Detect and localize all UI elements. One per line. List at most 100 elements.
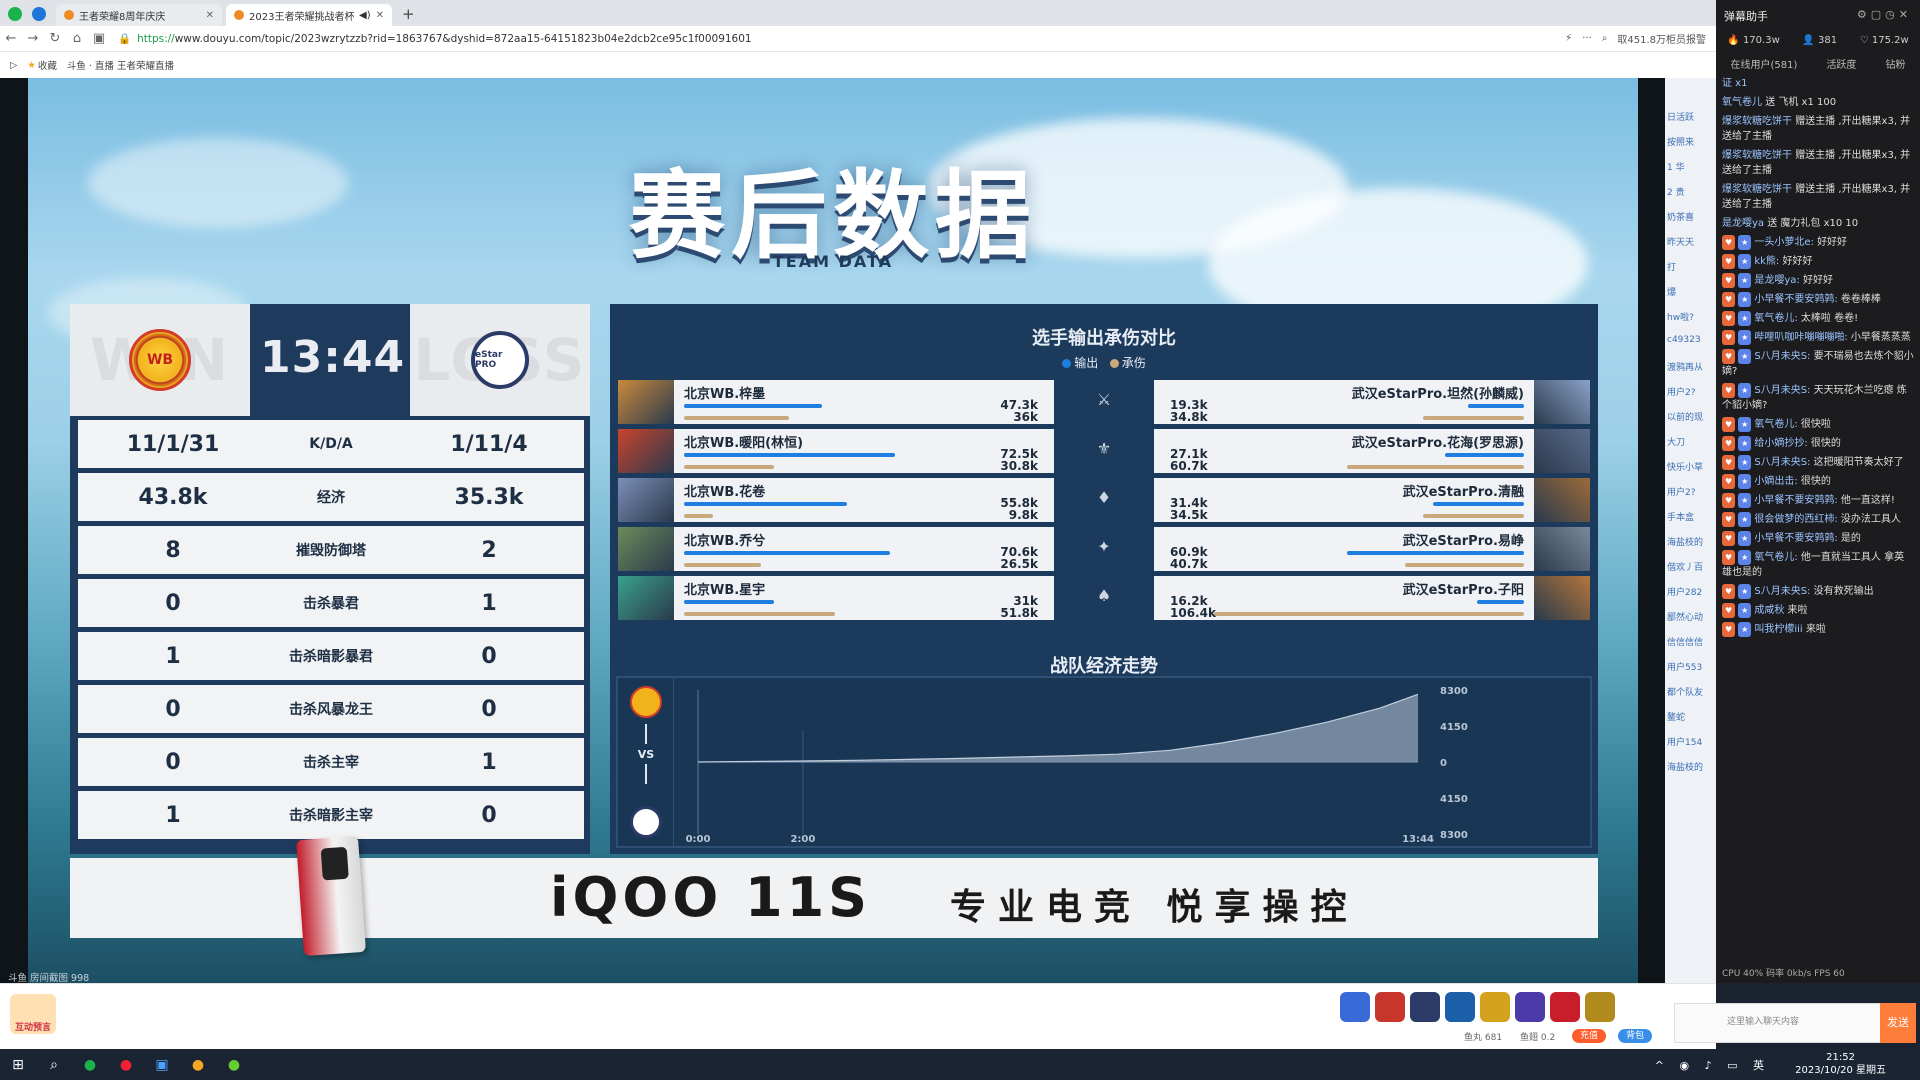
gift-icon[interactable] [1410,992,1440,1022]
close-tab-icon[interactable]: ✕ [206,10,214,21]
game-app-icon[interactable]: ● [180,1057,216,1073]
audio-icon[interactable]: ◀) [359,10,371,21]
danmu-user[interactable]: 小早餐不要安鹑鹑: [1754,533,1837,544]
tab-online-users[interactable]: 在线用户(581) [1731,56,1798,71]
danmu-user[interactable]: S八月未央S: [1754,351,1810,362]
danmu-user[interactable]: 叫我柠檬iii [1754,624,1802,635]
sidebar-item[interactable]: 用户2? [1665,383,1716,401]
danmu-user[interactable]: 小嫡出击: [1754,476,1797,487]
sidebar-item[interactable]: 爆 [1665,283,1716,301]
danmu-user[interactable]: 给小嫡抄抄: [1754,438,1807,449]
browser-app-icon[interactable]: ● [72,1057,108,1073]
sidebar-item[interactable]: 快乐小草 [1665,458,1716,476]
tab-diamond-fans[interactable]: 钻粉 [1885,56,1905,71]
sidebar-item[interactable]: hw啦? [1665,308,1716,326]
forward-icon[interactable]: → [22,31,44,46]
input-lang[interactable]: 英 [1753,1059,1770,1072]
sidebar-item[interactable]: 手本盒 [1665,508,1716,526]
sidebar-item[interactable]: 渡鸦再从 [1665,358,1716,376]
url-field[interactable]: 🔒 https://www.douyu.com/topic/2023wzrytzz… [118,32,1565,45]
browser-tab-active[interactable]: 2023王者荣耀挑战者杯 ◀) ✕ [226,4,392,26]
system-tray[interactable]: ^ ◉ ♪ ▭ 英 [1655,1057,1770,1073]
danmu-user[interactable]: 成咸秋 [1754,605,1784,616]
sidebar-item[interactable]: 以前的现 [1665,408,1716,426]
sidebar-item[interactable]: 2 贵 [1665,183,1716,201]
sidebar-item[interactable]: 信信信信 [1665,633,1716,651]
danmu-user[interactable]: 证 x1 [1722,78,1747,89]
search-hint[interactable]: 取451.8万柜员报警 [1617,31,1706,46]
recharge-button[interactable]: 充值 [1572,1029,1607,1043]
sidebar-item[interactable]: 用户154 [1665,733,1716,751]
home-icon[interactable]: ⌂ [66,31,88,46]
sidebar-item[interactable]: c49323 [1665,333,1716,351]
sidebar-item[interactable]: 用户553 [1665,658,1716,676]
gift-icon[interactable] [1585,992,1615,1022]
send-button[interactable]: 发送 [1880,1003,1916,1043]
sidebar-item[interactable]: 1 华 [1665,158,1716,176]
reload-icon[interactable]: ↻ [44,31,66,46]
sidebar-item[interactable]: 用户2? [1665,483,1716,501]
close-tab-icon[interactable]: ✕ [376,10,384,21]
sidebar-item[interactable]: 鄙然心动 [1665,608,1716,626]
sidebar-item[interactable]: 日活跃 [1665,108,1716,126]
window-app-icon[interactable]: ▣ [144,1057,180,1073]
danmu-user[interactable]: 是龙嘤ya: [1754,275,1799,286]
danmu-user[interactable]: 氧气卷儿: [1754,313,1797,324]
more-icon[interactable]: ··· [1582,33,1592,44]
sidebar-item[interactable]: 都个队友 [1665,683,1716,701]
sidebar-item[interactable]: 按照来 [1665,133,1716,151]
bookmark-douyu[interactable]: 斗鱼 · 直播 王者荣耀直播 [67,58,174,72]
sidebar-item[interactable]: 偕欢丿百 [1665,558,1716,576]
danmu-user[interactable]: 爆浆软糖吃饼干 [1722,116,1792,127]
gift-icon[interactable] [1550,992,1580,1022]
danmu-user[interactable]: 哔哩叭咖咔嘣嘣嘣啪: [1754,332,1847,343]
record-app-icon[interactable]: ● [108,1057,144,1073]
danmu-user[interactable]: 小早餐不要安鹑鹑: [1754,495,1837,506]
sidebar-item[interactable]: 大刀 [1665,433,1716,451]
windows-start-icon[interactable]: ⊞ [0,1057,36,1073]
danmu-user[interactable]: 爆浆软糖吃饼干 [1722,184,1792,195]
danmu-user[interactable]: 氧气卷儿 [1722,97,1762,108]
danmu-user[interactable]: 小早餐不要安鹑鹑: [1754,294,1837,305]
browser-logo-icon[interactable] [8,7,22,21]
browser-tab[interactable]: 王者荣耀8周年庆庆 ✕ [56,4,222,26]
sidebar-item[interactable]: 海盐枝的 [1665,758,1716,776]
danmu-user[interactable]: 是龙嘤ya [1722,218,1764,229]
danmu-user[interactable]: S八月未央S: [1754,457,1810,468]
window-controls[interactable]: ⚙▢◷✕ [1857,8,1912,21]
search-icon[interactable]: ⌕ [36,1057,72,1073]
sidebar-toggle-icon[interactable]: ▷ [10,60,17,71]
flash-icon[interactable]: ⚡ [1565,33,1572,44]
gift-icon[interactable] [1375,992,1405,1022]
backpack-button[interactable]: 背包 [1618,1029,1653,1043]
sidebar-item[interactable]: 奶茶喜 [1665,208,1716,226]
extension-icon[interactable]: ▣ [88,31,110,46]
browser-shield-icon[interactable] [32,7,46,21]
tab-activity[interactable]: 活跃度 [1826,56,1856,71]
new-tab-button[interactable]: + [402,5,415,23]
danmu-user[interactable]: 爆浆软糖吃饼干 [1722,150,1792,161]
gift-icon[interactable] [1445,992,1475,1022]
bookmark-favorites[interactable]: 收藏 [38,58,57,72]
clock[interactable]: 21:52 2023/10/20 星期五 [1795,1051,1886,1077]
danmu-user[interactable]: kk熊: [1754,256,1779,267]
sidebar-item[interactable]: 海盐枝的 [1665,533,1716,551]
danmu-user[interactable]: S八月未央S: [1754,586,1810,597]
sidebar-item[interactable]: 打 [1665,258,1716,276]
danmu-user[interactable]: 氧气卷儿: [1754,552,1797,563]
danmu-user[interactable]: 很会做梦的西红柿: [1754,514,1837,525]
gift-icon[interactable] [1340,992,1370,1022]
sidebar-item[interactable]: 用户282 [1665,583,1716,601]
sidebar-item[interactable]: 昨天天 [1665,233,1716,251]
danmu-user[interactable]: S八月未央S: [1754,385,1810,396]
chrome-app-icon[interactable]: ● [216,1057,252,1073]
chat-input[interactable]: 这里输入聊天内容 [1674,1003,1884,1043]
danmu-user[interactable]: 氧气卷儿: [1754,419,1797,430]
sidebar-item[interactable]: 鳌蛇 [1665,708,1716,726]
danmu-user[interactable]: 一头小萝北e: [1754,237,1814,248]
gift-icon[interactable] [1480,992,1510,1022]
interact-predict-button[interactable]: 互动预言 [10,994,56,1034]
gift-icon[interactable] [1515,992,1545,1022]
back-icon[interactable]: ← [0,31,22,46]
video-player[interactable]: 赛后数据 TEAM DATA WIN WB 13:44 LOSS eStar P… [0,78,1665,984]
